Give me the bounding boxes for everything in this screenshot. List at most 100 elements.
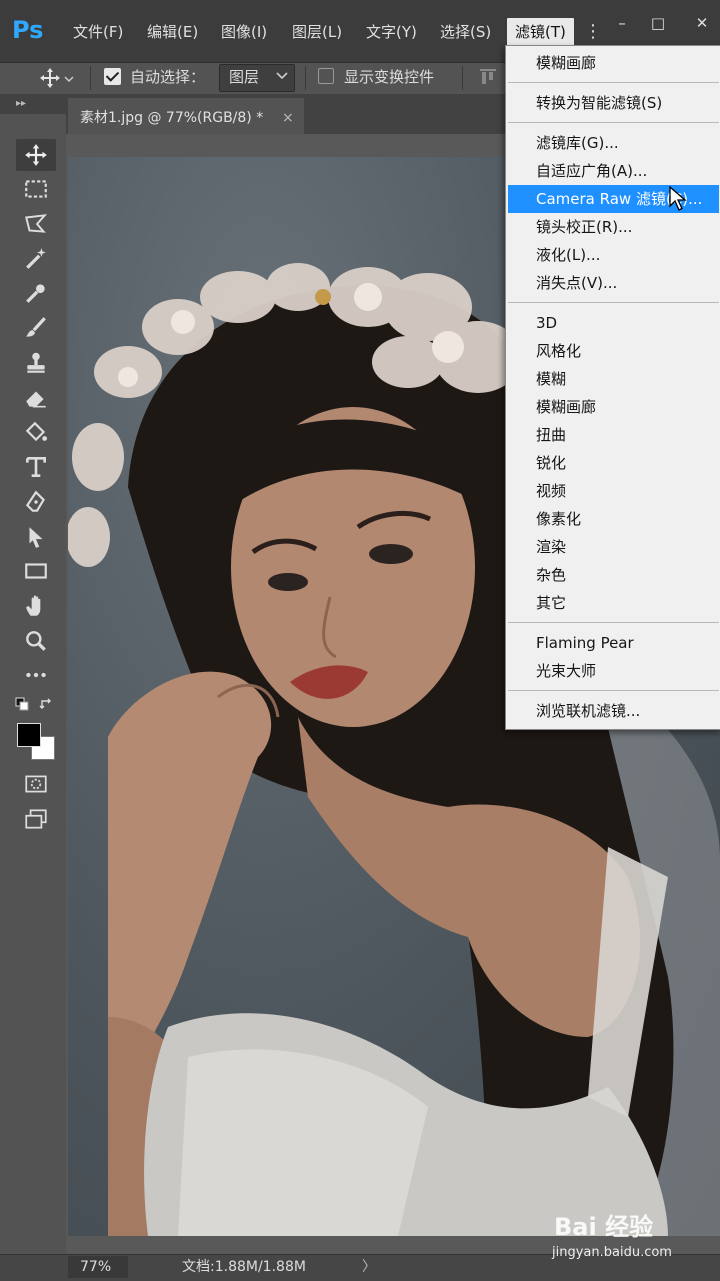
menu-item-blur-gallery-top[interactable]: 模糊画廊 bbox=[536, 50, 596, 76]
paint-bucket-icon bbox=[25, 421, 48, 442]
hand-tool[interactable] bbox=[16, 590, 56, 622]
lasso-tool[interactable] bbox=[16, 208, 56, 240]
menu-item-blur[interactable]: 模糊 bbox=[536, 366, 566, 392]
menu-image[interactable]: 图像(I) bbox=[221, 18, 267, 46]
brush-tool[interactable] bbox=[16, 312, 56, 344]
auto-select-target-value: 图层 bbox=[229, 68, 260, 86]
options-divider bbox=[462, 66, 463, 90]
menu-item-3d[interactable]: 3D bbox=[536, 310, 557, 336]
move-icon bbox=[25, 144, 47, 166]
menu-item-convert-smart-filter[interactable]: 转换为智能滤镜(S) bbox=[536, 90, 662, 116]
type-icon bbox=[26, 457, 46, 477]
options-divider bbox=[305, 66, 306, 90]
menu-filter[interactable]: 滤镜(T) bbox=[507, 18, 574, 46]
menu-item-video[interactable]: 视频 bbox=[536, 478, 566, 504]
menu-separator bbox=[508, 690, 719, 691]
pen-icon bbox=[25, 490, 45, 512]
menu-item-adaptive-wide-angle[interactable]: 自适应广角(A)... bbox=[536, 158, 647, 184]
menu-separator bbox=[508, 622, 719, 623]
rectangle-marquee-icon bbox=[25, 180, 47, 198]
options-divider bbox=[90, 66, 91, 90]
hand-icon bbox=[26, 595, 41, 616]
magic-wand-tool[interactable] bbox=[16, 243, 56, 275]
menu-item-liquify[interactable]: 液化(L)... bbox=[536, 242, 600, 268]
menu-item-lens-correction[interactable]: 镜头校正(R)... bbox=[536, 214, 632, 240]
move-tool[interactable] bbox=[16, 139, 56, 171]
menu-item-light-master[interactable]: 光束大师 bbox=[536, 658, 596, 684]
screen-mode-tool[interactable] bbox=[16, 803, 56, 835]
menu-item-blur-gallery[interactable]: 模糊画廊 bbox=[536, 394, 596, 420]
default-colors-icon[interactable] bbox=[15, 697, 29, 711]
quick-mask-tool[interactable] bbox=[16, 768, 56, 800]
path-select-tool[interactable] bbox=[16, 521, 56, 553]
menu-item-distort[interactable]: 扭曲 bbox=[536, 422, 566, 448]
rectangle-shape-icon bbox=[25, 563, 47, 579]
marquee-tool[interactable] bbox=[16, 173, 56, 205]
show-transform-label: 显示变换控件 bbox=[344, 68, 435, 86]
menu-item-vanishing-point[interactable]: 消失点(V)... bbox=[536, 270, 617, 296]
menu-separator bbox=[508, 82, 719, 83]
collapse-panel-icon[interactable]: ▸▸ bbox=[16, 98, 26, 109]
menu-separator bbox=[508, 302, 719, 303]
paint-bucket-tool[interactable] bbox=[16, 416, 56, 448]
rectangle-tool[interactable] bbox=[16, 555, 56, 587]
menu-layer[interactable]: 图层(L) bbox=[292, 18, 342, 46]
menu-item-render[interactable]: 渲染 bbox=[536, 534, 566, 560]
pen-tool[interactable] bbox=[16, 486, 56, 518]
path-selection-arrow-icon bbox=[29, 527, 43, 548]
eyedropper-icon bbox=[26, 284, 45, 303]
menu-item-other[interactable]: 其它 bbox=[536, 590, 566, 616]
menu-select[interactable]: 选择(S) bbox=[440, 18, 491, 46]
menu-item-flaming-pear[interactable]: Flaming Pear bbox=[536, 630, 634, 656]
swap-colors-icon[interactable] bbox=[39, 697, 55, 711]
menu-separator bbox=[508, 122, 719, 123]
screen-mode-icon bbox=[25, 809, 47, 829]
eraser-icon bbox=[26, 391, 46, 408]
foreground-color-swatch[interactable] bbox=[17, 723, 41, 747]
polygonal-lasso-icon bbox=[25, 214, 48, 233]
baidu-jingyan-watermark-logo: Bai 经验 bbox=[554, 1213, 654, 1241]
zoom-tool[interactable] bbox=[16, 625, 56, 657]
zoom-magnifier-icon bbox=[26, 631, 46, 651]
magic-wand-icon bbox=[26, 248, 46, 269]
filter-dropdown-menu: 模糊画廊 转换为智能滤镜(S) 滤镜库(G)... 自适应广角(A)... Ca… bbox=[505, 45, 720, 730]
show-transform-checkbox[interactable] bbox=[318, 68, 334, 84]
align-top-icon[interactable] bbox=[478, 67, 498, 87]
document-tab-title: 素材1.jpg @ 77%(RGB/8) * bbox=[80, 110, 264, 126]
move-tool-icon[interactable] bbox=[38, 66, 62, 90]
auto-select-checkbox[interactable] bbox=[104, 68, 121, 85]
eyedropper-tool[interactable] bbox=[16, 277, 56, 309]
menu-item-sharpen[interactable]: 锐化 bbox=[536, 450, 566, 476]
close-tab-icon[interactable]: × bbox=[282, 106, 294, 130]
more-tools[interactable] bbox=[16, 659, 56, 691]
photoshop-logo: Ps bbox=[12, 16, 44, 44]
ellipsis-icon bbox=[26, 672, 46, 678]
clone-stamp-icon bbox=[27, 352, 45, 373]
watermark-url: jingyan.baidu.com bbox=[552, 1245, 672, 1260]
stamp-tool[interactable] bbox=[16, 347, 56, 379]
toolbar-header[interactable] bbox=[0, 94, 66, 114]
menu-type[interactable]: 文字(Y) bbox=[366, 18, 417, 46]
auto-select-label: 自动选择： bbox=[130, 68, 206, 86]
mouse-pointer-icon bbox=[669, 186, 687, 211]
zoom-level-value: 77% bbox=[80, 1259, 112, 1275]
menu-item-stylize[interactable]: 风格化 bbox=[536, 338, 581, 364]
document-size-info: 文档:1.88M/1.88M bbox=[182, 1259, 306, 1275]
menu-edit[interactable]: 编辑(E) bbox=[147, 18, 198, 46]
status-menu-chevron-icon[interactable]: 〉 bbox=[362, 1256, 376, 1278]
tool-preset-chevron-down-icon[interactable] bbox=[64, 74, 74, 84]
more-menu-icon[interactable]: ⋮ bbox=[584, 18, 602, 46]
menu-item-browse-online-filters[interactable]: 浏览联机滤镜... bbox=[536, 698, 640, 724]
menu-item-pixelate[interactable]: 像素化 bbox=[536, 506, 581, 532]
menu-item-filter-gallery[interactable]: 滤镜库(G)... bbox=[536, 130, 619, 156]
eraser-tool[interactable] bbox=[16, 382, 56, 414]
close-window-button[interactable]: ✕ bbox=[690, 12, 714, 34]
menu-file[interactable]: 文件(F) bbox=[73, 18, 123, 46]
type-tool[interactable] bbox=[16, 451, 56, 483]
restore-button[interactable]: □ bbox=[646, 12, 670, 34]
minimize-button[interactable]: – bbox=[610, 12, 634, 34]
chevron-down-icon bbox=[276, 72, 288, 80]
brush-icon bbox=[26, 317, 46, 337]
menu-item-noise[interactable]: 杂色 bbox=[536, 562, 566, 588]
quick-mask-icon bbox=[25, 775, 47, 793]
